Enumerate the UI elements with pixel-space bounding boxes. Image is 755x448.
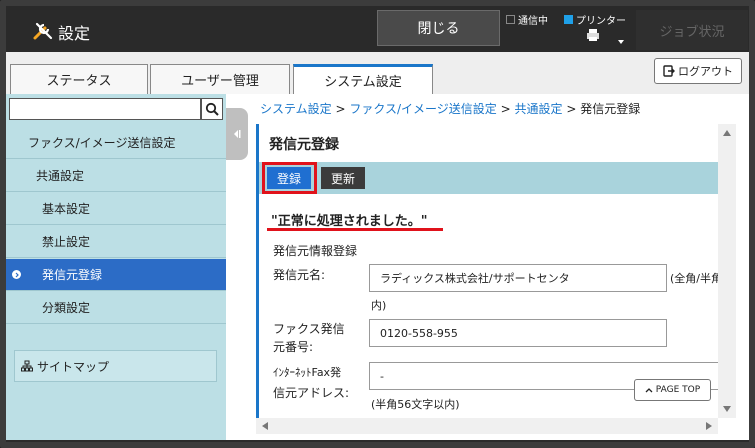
- breadcrumb-item[interactable]: システム設定: [260, 102, 332, 116]
- printer-icon: [587, 29, 599, 41]
- tab-bar: ステータス ユーザー管理 システム設定 ログアウト: [6, 52, 749, 94]
- device-status: 通信中 プリンター: [506, 10, 646, 50]
- sidebar-collapse-button[interactable]: [226, 108, 248, 160]
- page-top-button[interactable]: PAGE TOP: [634, 379, 711, 401]
- message-underline: [267, 228, 443, 231]
- sidebar-item-label: 基本設定: [42, 202, 91, 216]
- page-top-label: PAGE TOP: [655, 385, 701, 395]
- scroll-down-icon[interactable]: [723, 406, 731, 412]
- scroll-left-icon[interactable]: [262, 422, 268, 430]
- fax-number-label-1: ファクス発信: [273, 322, 345, 336]
- breadcrumb-item[interactable]: ファクス/イメージ送信設定: [349, 102, 496, 116]
- main-content: システム設定 > ファクス/イメージ送信設定 > 共通設定 > 発信元登録 発信…: [226, 94, 749, 440]
- vertical-scrollbar[interactable]: [718, 124, 736, 418]
- action-bar: 登録 更新: [259, 162, 718, 194]
- ifax-address-label-1: ｲﾝﾀｰﾈｯﾄFax発: [273, 366, 342, 379]
- top-bar: 設定 閉じる 通信中 プリンター ジョブ状況: [6, 6, 749, 52]
- chevron-down-icon: [618, 40, 624, 44]
- tab-status[interactable]: ステータス: [10, 64, 148, 94]
- panel-title: 発信元登録: [269, 137, 339, 153]
- sidebar-item-label: 共通設定: [36, 169, 85, 183]
- sidebar-item-common-settings[interactable]: 共通設定: [6, 160, 226, 192]
- fax-number-field[interactable]: 0120-558-955: [369, 319, 667, 347]
- success-message: "正常に処理されました。": [271, 214, 428, 229]
- job-status-button[interactable]: ジョブ状況: [636, 10, 748, 50]
- printer-status-label: プリンター: [576, 16, 626, 27]
- collapse-icon: [234, 130, 241, 138]
- current-item-icon: [12, 270, 21, 279]
- search-button[interactable]: [201, 98, 223, 120]
- update-button[interactable]: 更新: [321, 167, 365, 189]
- breadcrumb: システム設定 > ファクス/イメージ送信設定 > 共通設定 > 発信元登録: [260, 100, 640, 117]
- breadcrumb-current: 発信元登録: [580, 102, 641, 116]
- sender-name-note: (全角/半角: [670, 272, 718, 285]
- comm-status-label: 通信中: [518, 16, 548, 27]
- page-title: 設定: [58, 24, 91, 43]
- breadcrumb-separator: >: [566, 102, 577, 116]
- chevron-up-icon: [645, 388, 653, 393]
- sidebar-item-label: 分類設定: [42, 301, 91, 315]
- breadcrumb-item[interactable]: 共通設定: [515, 102, 563, 116]
- tools-icon: [33, 22, 53, 40]
- section-title: 発信元情報登録: [273, 244, 358, 258]
- content-panel: 発信元登録 登録 更新 "正常に処理されました。" 発信元情報登録 発信元名: …: [256, 124, 718, 424]
- sender-name-note-2: 内): [371, 299, 387, 312]
- sitemap-link[interactable]: サイトマップ: [14, 350, 217, 382]
- scroll-up-icon[interactable]: [723, 130, 731, 136]
- sitemap-label: サイトマップ: [37, 359, 110, 374]
- comm-status: 通信中: [506, 12, 548, 27]
- logout-label: ログアウト: [678, 65, 733, 78]
- sender-name-label: 発信元名:: [273, 268, 326, 282]
- fax-number-label-2: 元番号:: [273, 340, 314, 354]
- tab-system-settings[interactable]: システム設定: [293, 64, 433, 94]
- sender-name-field[interactable]: ラディックス株式会社/サポートセンタ: [369, 264, 667, 292]
- comm-indicator-icon: [506, 15, 515, 24]
- horizontal-scrollbar[interactable]: [256, 418, 718, 434]
- sidebar-item-fax-image-send[interactable]: ファクス/イメージ送信設定: [6, 127, 226, 159]
- ifax-address-note: (半角56文字以内): [371, 398, 460, 411]
- scroll-right-icon[interactable]: [706, 422, 712, 430]
- sitemap-icon: [21, 360, 33, 372]
- breadcrumb-separator: >: [500, 102, 511, 116]
- close-button[interactable]: 閉じる: [377, 10, 500, 46]
- search-input[interactable]: [9, 98, 201, 120]
- sidebar-item-sender-registration[interactable]: 発信元登録: [6, 259, 226, 291]
- sidebar-item-label: 発信元登録: [42, 268, 103, 282]
- search-icon: [205, 102, 219, 116]
- ifax-address-label-2: 信元アドレス:: [273, 386, 350, 400]
- highlight-box: [262, 162, 317, 194]
- sidebar-item-label: 禁止設定: [42, 235, 91, 249]
- printer-indicator-icon: [564, 15, 573, 24]
- tab-user-management[interactable]: ユーザー管理: [150, 64, 290, 94]
- logout-icon: [663, 65, 675, 77]
- printer-status: プリンター: [564, 12, 626, 27]
- sidebar-item-classification-settings[interactable]: 分類設定: [6, 292, 226, 324]
- logout-button[interactable]: ログアウト: [654, 58, 742, 84]
- sidebar-item-prohibit-settings[interactable]: 禁止設定: [6, 226, 226, 258]
- sidebar-item-basic-settings[interactable]: 基本設定: [6, 193, 226, 225]
- breadcrumb-separator: >: [335, 102, 346, 116]
- sidebar-item-label: ファクス/イメージ送信設定: [28, 136, 176, 150]
- sidebar: ファクス/イメージ送信設定 共通設定 基本設定 禁止設定 発信元登録 分類設定 …: [6, 94, 226, 440]
